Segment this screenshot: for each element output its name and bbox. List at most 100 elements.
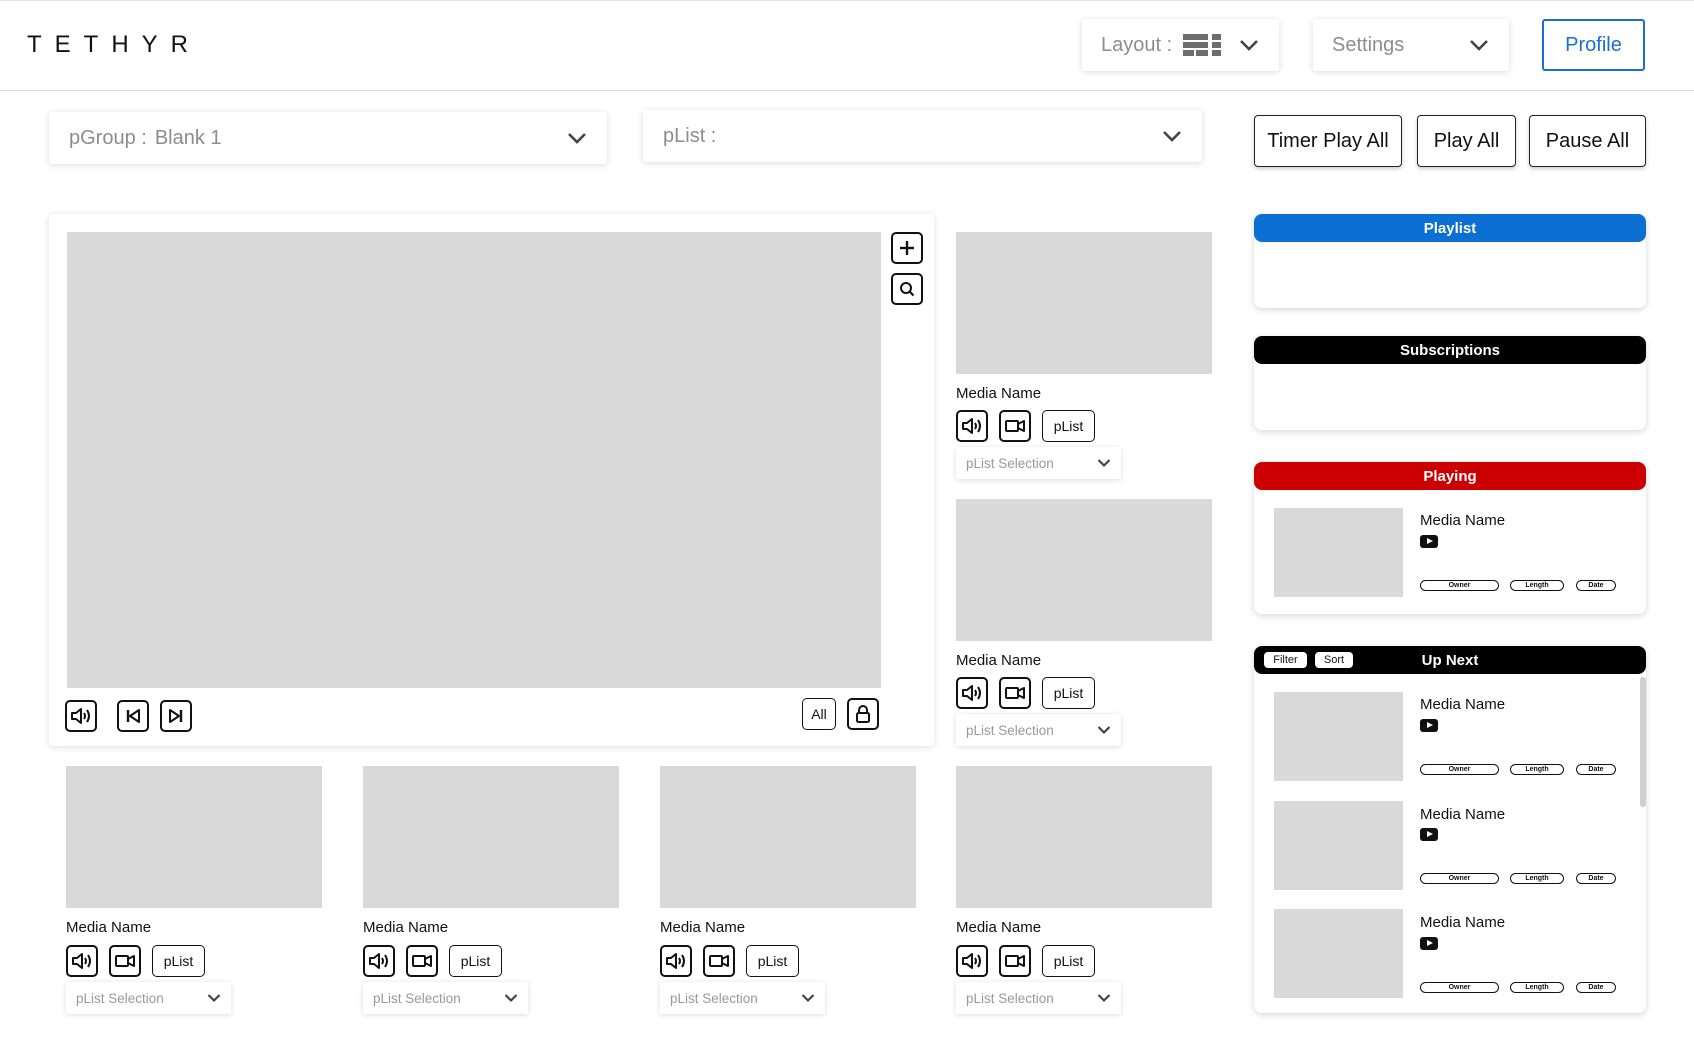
plist-selection-dropdown[interactable]: pList Selection: [956, 714, 1121, 746]
plist-selection-label: pList Selection: [966, 722, 1054, 738]
length-tag: Length: [1510, 982, 1564, 993]
lock-button[interactable]: [847, 698, 879, 730]
media-name: Media Name: [363, 919, 449, 936]
plist-button[interactable]: pList: [1042, 677, 1095, 709]
settings-label: Settings: [1332, 33, 1405, 56]
up-next-media-name: Media Name: [1420, 696, 1506, 713]
skip-forward-button[interactable]: [160, 700, 192, 732]
media-name: Media Name: [66, 919, 152, 936]
up-next-thumbnail[interactable]: [1274, 909, 1403, 998]
up-next-thumbnail[interactable]: [1274, 692, 1403, 781]
plist-selection-dropdown[interactable]: pList Selection: [660, 982, 825, 1014]
pgroup-value: Blank 1: [154, 126, 222, 149]
volume-button[interactable]: [363, 945, 395, 977]
main-player-screen[interactable]: [67, 232, 881, 688]
plist-button[interactable]: pList: [1042, 945, 1095, 977]
plist-button[interactable]: pList: [152, 945, 205, 977]
sort-button[interactable]: Sort: [1315, 652, 1353, 668]
profile-button[interactable]: Profile: [1542, 19, 1645, 71]
skip-forward-icon: [169, 709, 183, 723]
video-button[interactable]: [703, 945, 735, 977]
volume-icon: [962, 953, 981, 969]
up-next-header: Up Next: [1254, 646, 1646, 674]
chevron-down-icon: [568, 133, 586, 144]
length-tag: Length: [1510, 873, 1564, 884]
plist-selection-label: pList Selection: [76, 990, 164, 1006]
up-next-scrollbar[interactable]: [1640, 677, 1646, 807]
media-thumbnail[interactable]: [363, 766, 619, 908]
pause-all-button[interactable]: Pause All: [1529, 115, 1646, 167]
video-button[interactable]: [999, 677, 1031, 709]
volume-button[interactable]: [956, 945, 988, 977]
media-thumbnail[interactable]: [956, 766, 1212, 908]
owner-tag: Owner: [1420, 873, 1499, 884]
volume-icon: [666, 953, 685, 969]
player-volume-button[interactable]: [65, 700, 97, 732]
video-camera-icon: [1005, 420, 1025, 432]
all-button[interactable]: All: [802, 698, 836, 730]
plist-button[interactable]: pList: [1042, 410, 1095, 442]
add-button[interactable]: [891, 232, 923, 264]
youtube-icon: [1420, 719, 1438, 732]
plist-label: pList :: [663, 124, 717, 147]
layout-dropdown[interactable]: Layout :: [1082, 19, 1279, 71]
video-button[interactable]: [406, 945, 438, 977]
video-camera-icon: [1005, 687, 1025, 699]
chevron-down-icon: [1470, 40, 1488, 51]
up-next-media-name: Media Name: [1420, 806, 1506, 823]
media-name: Media Name: [956, 652, 1042, 669]
length-tag: Length: [1510, 580, 1564, 591]
chevron-down-icon: [1097, 994, 1111, 1003]
plist-selection-dropdown[interactable]: pList Selection: [363, 982, 528, 1014]
playing-media-name: Media Name: [1420, 512, 1506, 529]
chevron-down-icon: [1240, 40, 1258, 51]
media-thumbnail[interactable]: [66, 766, 322, 908]
layout-label: Layout :: [1101, 33, 1173, 56]
play-all-button[interactable]: Play All: [1417, 115, 1516, 167]
volume-button[interactable]: [956, 677, 988, 709]
plist-selection-dropdown[interactable]: pList Selection: [956, 447, 1121, 479]
layout-grid-icon: [1183, 34, 1222, 56]
search-button[interactable]: [891, 273, 923, 305]
plist-button[interactable]: pList: [746, 945, 799, 977]
plist-select[interactable]: pList :: [643, 110, 1202, 162]
plist-selection-dropdown[interactable]: pList Selection: [956, 982, 1121, 1014]
volume-button[interactable]: [956, 410, 988, 442]
media-name: Media Name: [956, 385, 1042, 402]
youtube-icon: [1420, 937, 1438, 950]
plist-selection-label: pList Selection: [966, 455, 1054, 471]
plist-button[interactable]: pList: [449, 945, 502, 977]
up-next-title: Up Next: [1421, 651, 1479, 669]
up-next-thumbnail[interactable]: [1274, 801, 1403, 890]
pgroup-label: pGroup :: [69, 126, 147, 149]
video-camera-icon: [709, 955, 729, 967]
media-name: Media Name: [956, 919, 1042, 936]
plist-selection-dropdown[interactable]: pList Selection: [66, 982, 231, 1014]
media-thumbnail[interactable]: [956, 499, 1212, 641]
lock-icon: [856, 705, 870, 723]
settings-dropdown[interactable]: Settings: [1313, 19, 1509, 71]
volume-button[interactable]: [660, 945, 692, 977]
media-thumbnail[interactable]: [956, 232, 1212, 374]
plus-icon: [900, 241, 914, 255]
volume-icon: [962, 418, 981, 434]
pgroup-select[interactable]: pGroup : Blank 1: [49, 112, 607, 164]
length-tag: Length: [1510, 764, 1564, 775]
media-thumbnail[interactable]: [660, 766, 916, 908]
video-button[interactable]: [999, 945, 1031, 977]
video-button[interactable]: [999, 410, 1031, 442]
owner-tag: Owner: [1420, 982, 1499, 993]
video-button[interactable]: [109, 945, 141, 977]
skip-back-button[interactable]: [117, 700, 149, 732]
volume-icon: [369, 953, 388, 969]
playing-header: Playing: [1254, 462, 1646, 490]
playing-thumbnail[interactable]: [1274, 508, 1403, 597]
subscriptions-header: Subscriptions: [1254, 336, 1646, 364]
date-tag: Date: [1576, 873, 1616, 884]
timer-play-all-button[interactable]: Timer Play All: [1254, 115, 1402, 167]
filter-button[interactable]: Filter: [1264, 652, 1307, 668]
volume-button[interactable]: [66, 945, 98, 977]
skip-back-icon: [126, 709, 140, 723]
volume-icon: [71, 708, 90, 724]
volume-icon: [962, 685, 981, 701]
